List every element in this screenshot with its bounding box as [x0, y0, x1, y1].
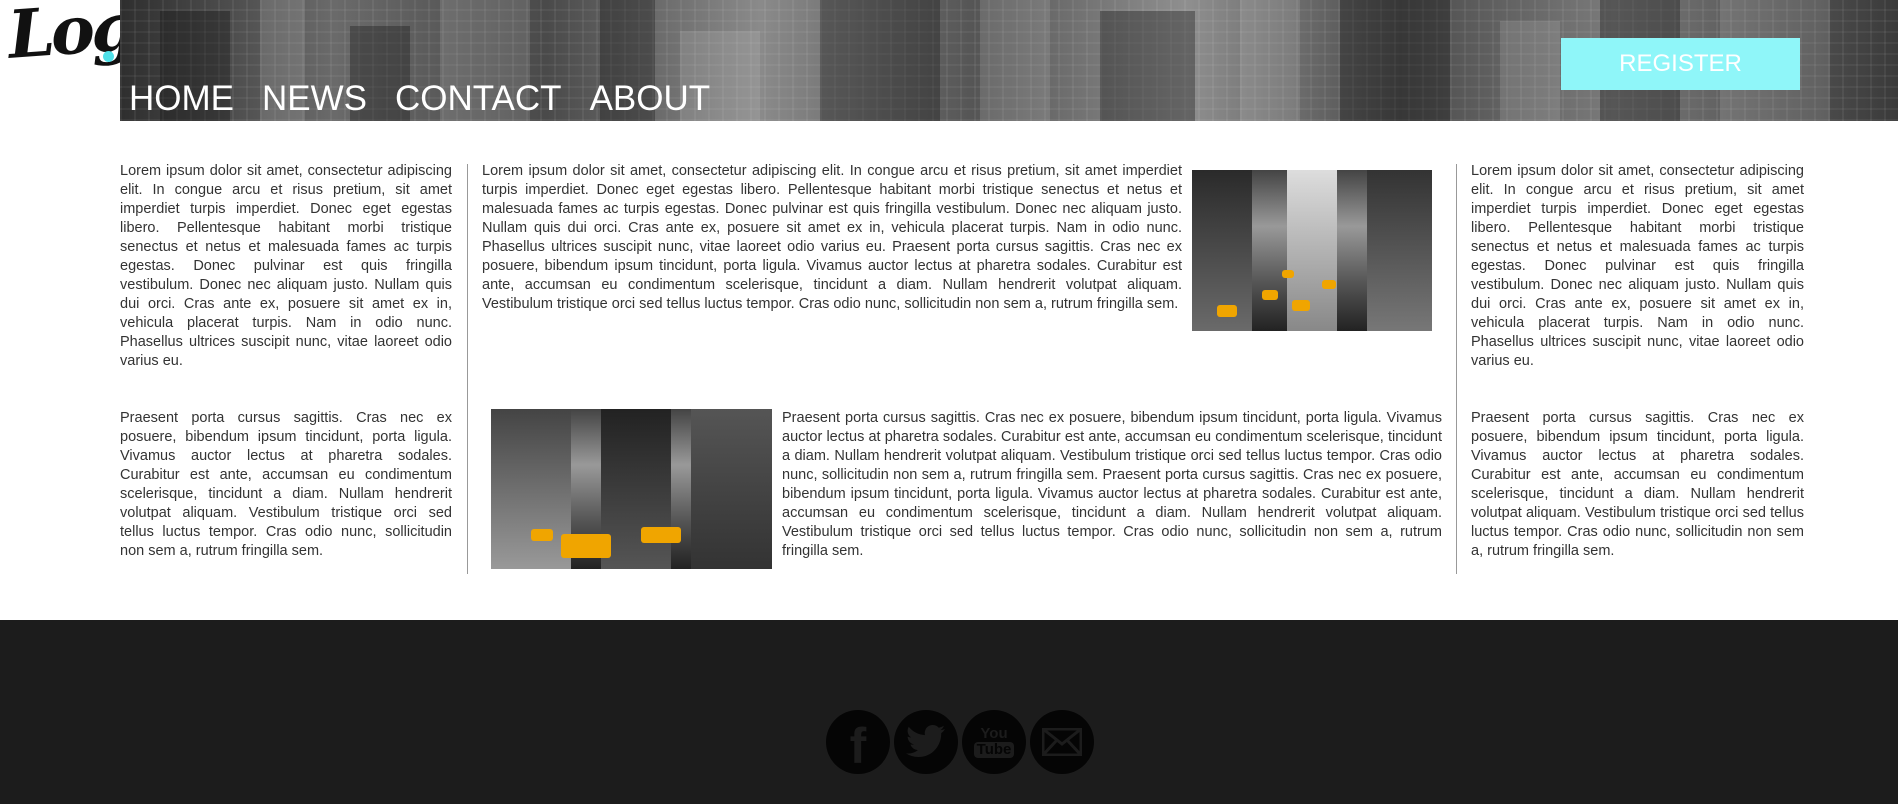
taxi — [1322, 280, 1336, 289]
photo-building — [691, 409, 772, 569]
taxi — [1292, 300, 1310, 311]
skyline-building — [980, 0, 1050, 121]
main-nav: HOME NEWS CONTACT ABOUT — [129, 74, 710, 122]
logo-dot — [103, 51, 114, 62]
photo-building — [601, 409, 671, 569]
column-divider-left — [467, 164, 468, 574]
mail-icon[interactable] — [1030, 710, 1094, 774]
skyline-building — [1500, 21, 1560, 121]
middle-column-paragraph-1: Lorem ipsum dolor sit amet, consectetur … — [482, 163, 1182, 312]
facebook-glyph: f — [849, 718, 867, 774]
skyline-building — [1340, 0, 1450, 121]
register-button[interactable]: REGISTER — [1561, 38, 1800, 90]
skyline-building — [820, 0, 940, 121]
right-column-paragraph-1: Lorem ipsum dolor sit amet, consectetur … — [1471, 163, 1804, 369]
nav-contact[interactable]: CONTACT — [395, 81, 562, 122]
right-column-paragraph-2: Praesent porta cursus sagittis. Cras nec… — [1471, 410, 1804, 559]
skyline-building — [1240, 0, 1300, 121]
youtube-icon[interactable]: You Tube — [962, 710, 1026, 774]
twitter-icon[interactable] — [894, 710, 958, 774]
skyline-building — [1100, 11, 1195, 121]
twitter-bird-shape — [906, 725, 945, 758]
left-column-paragraph-1: Lorem ipsum dolor sit amet, consectetur … — [120, 163, 452, 369]
nav-home[interactable]: HOME — [129, 81, 234, 122]
youtube-label-bottom: Tube — [973, 742, 1015, 758]
nav-news[interactable]: NEWS — [262, 81, 367, 122]
times-square-photo — [491, 409, 772, 569]
logo[interactable]: Logo — [0, 0, 175, 121]
taxi — [1262, 290, 1278, 300]
envelope-shape — [1042, 728, 1082, 756]
taxi — [1217, 305, 1237, 317]
taxi — [561, 534, 611, 558]
taxi — [1282, 270, 1294, 278]
photo-building — [491, 409, 571, 569]
photo-building — [1367, 170, 1432, 331]
left-column-paragraph-2: Praesent porta cursus sagittis. Cras nec… — [120, 410, 452, 559]
facebook-icon[interactable]: f — [826, 710, 890, 774]
youtube-label-top: You — [980, 725, 1008, 742]
social-links: f You Tube — [826, 710, 1094, 774]
nav-about[interactable]: ABOUT — [590, 81, 711, 122]
middle-column-paragraph-2: Praesent porta cursus sagittis. Cras nec… — [782, 410, 1442, 559]
taxi — [641, 527, 681, 543]
city-street-photo — [1192, 170, 1432, 331]
taxi — [531, 529, 553, 541]
column-divider-right — [1456, 164, 1457, 574]
